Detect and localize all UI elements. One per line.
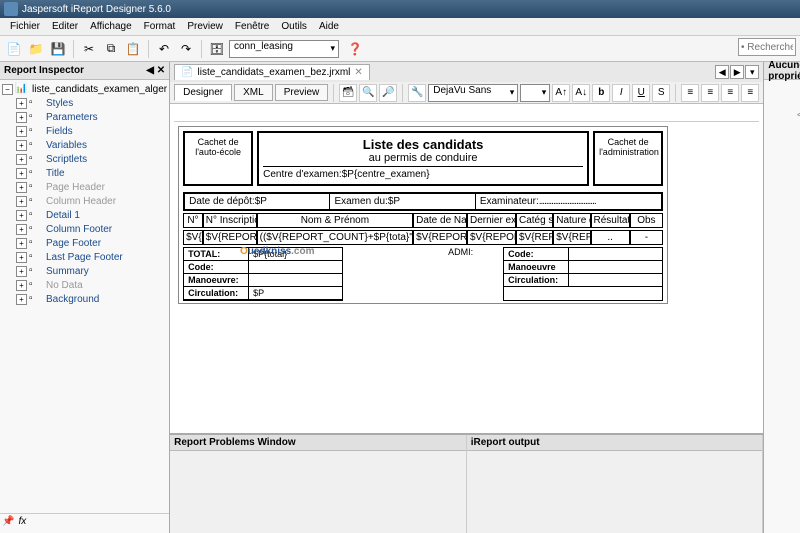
- menu-edit[interactable]: Editer: [46, 21, 84, 32]
- inspector-tree[interactable]: −📊liste_candidats_examen_alger +▫Styles+…: [0, 80, 169, 513]
- strike-button[interactable]: S: [652, 84, 670, 102]
- db-icon[interactable]: 🗄: [207, 39, 227, 59]
- new-button[interactable]: 📄: [4, 39, 24, 59]
- properties-empty: <Al: [764, 80, 800, 151]
- totals-section[interactable]: TOTAL:$P{total}Code:Manoeuvre:Circulatio…: [183, 247, 663, 301]
- menu-view[interactable]: Affichage: [84, 21, 138, 32]
- menu-file[interactable]: Fichier: [4, 21, 46, 32]
- report-preview[interactable]: Cachet de l'auto-école Liste des candida…: [178, 126, 668, 304]
- designer-tab[interactable]: Designer: [174, 84, 232, 101]
- menu-help[interactable]: Aide: [313, 21, 345, 32]
- menu-window[interactable]: Fenêtre: [229, 21, 275, 32]
- menu-bar: Fichier Editer Affichage Format Preview …: [0, 18, 800, 36]
- align-right-icon[interactable]: ≡: [721, 84, 739, 102]
- paste-button[interactable]: 📋: [123, 39, 143, 59]
- redo-button[interactable]: ↷: [176, 39, 196, 59]
- properties-header: Aucune propriété: [764, 62, 800, 80]
- report-title-box[interactable]: Liste des candidats au permis de conduir…: [257, 131, 589, 186]
- underline-button[interactable]: U: [632, 84, 650, 102]
- tab-prev[interactable]: ◀: [715, 65, 729, 79]
- help-icon[interactable]: ❓: [345, 39, 365, 59]
- zoom-in-icon[interactable]: 🔍: [359, 84, 377, 102]
- align-left-icon[interactable]: ≡: [681, 84, 699, 102]
- tree-node[interactable]: +▫Parameters: [2, 110, 167, 124]
- tree-node[interactable]: +▫Title: [2, 166, 167, 180]
- italic-button[interactable]: I: [612, 84, 630, 102]
- font-inc[interactable]: A↑: [552, 84, 570, 102]
- tree-node[interactable]: +▫Summary: [2, 264, 167, 278]
- tab-next[interactable]: ▶: [730, 65, 744, 79]
- file-icon: 📄: [181, 67, 193, 78]
- menu-tools[interactable]: Outils: [275, 21, 313, 32]
- cut-button[interactable]: ✂: [79, 39, 99, 59]
- tab-nav: ◀ ▶ ▾: [715, 65, 759, 79]
- fontsize-combo[interactable]: [520, 84, 550, 102]
- menu-format[interactable]: Format: [138, 21, 182, 32]
- tree-node[interactable]: +▫No Data: [2, 278, 167, 292]
- window-title: Jaspersoft iReport Designer 5.6.0: [22, 4, 171, 15]
- align-center-icon[interactable]: ≡: [701, 84, 719, 102]
- font-dec[interactable]: A↓: [572, 84, 590, 102]
- close-tab-icon[interactable]: ✕: [354, 67, 362, 78]
- tree-node[interactable]: +▫Column Header: [2, 194, 167, 208]
- tree-node[interactable]: +▫Variables: [2, 138, 167, 152]
- search-input[interactable]: [738, 38, 796, 56]
- report-inspector-panel: Report Inspector ◀ ✕ −📊liste_candidats_e…: [0, 62, 170, 533]
- tree-node[interactable]: +▫Detail 1: [2, 208, 167, 222]
- menu-preview[interactable]: Preview: [181, 21, 229, 32]
- tree-node[interactable]: +▫Column Footer: [2, 222, 167, 236]
- table-row[interactable]: $V{REPO$V{REPORT_C(($V{REPORT_COUNT}+$P{…: [183, 230, 663, 245]
- tree-node[interactable]: +▫Last Page Footer: [2, 250, 167, 264]
- bold-button[interactable]: b: [592, 84, 610, 102]
- pin-icon[interactable]: 📌: [2, 516, 14, 531]
- editor-area: 📄 liste_candidats_examen_bez.jrxml ✕ ◀ ▶…: [170, 62, 763, 533]
- cachet-right[interactable]: Cachet de l'administration: [593, 131, 663, 186]
- app-icon: [4, 2, 18, 16]
- tool-button[interactable]: 🔧: [408, 84, 426, 102]
- tree-node[interactable]: +▫Page Header: [2, 180, 167, 194]
- tree-node[interactable]: +▫Scriptlets: [2, 152, 167, 166]
- info-row[interactable]: Date de dépôt:$P Examen du:$P Examinateu…: [183, 192, 663, 211]
- tree-node[interactable]: +▫Fields: [2, 124, 167, 138]
- undo-button[interactable]: ↶: [154, 39, 174, 59]
- table-header[interactable]: N°N° Inscription AnnéeNom & PrénomDate d…: [183, 213, 663, 228]
- panel-controls[interactable]: ◀ ✕: [146, 65, 165, 76]
- ruler: [174, 108, 759, 122]
- output-header[interactable]: iReport output: [467, 435, 763, 451]
- title-bar: Jaspersoft iReport Designer 5.6.0: [0, 0, 800, 18]
- open-button[interactable]: 📁: [26, 39, 46, 59]
- save-button[interactable]: 💾: [48, 39, 68, 59]
- file-tab[interactable]: 📄 liste_candidats_examen_bez.jrxml ✕: [174, 64, 370, 80]
- query-button[interactable]: 🗃: [339, 84, 357, 102]
- align-justify-icon[interactable]: ≡: [741, 84, 759, 102]
- inspector-header: Report Inspector ◀ ✕: [0, 62, 169, 80]
- cachet-left[interactable]: Cachet de l'auto-école: [183, 131, 253, 186]
- zoom-out-icon[interactable]: 🔎: [379, 84, 397, 102]
- font-combo[interactable]: DejaVu Sans: [428, 84, 518, 102]
- inspector-footer: 📌 fx: [0, 513, 169, 533]
- preview-tab[interactable]: Preview: [275, 84, 329, 101]
- datasource-combo[interactable]: conn_leasing: [229, 40, 339, 58]
- tree-node[interactable]: +▫Page Footer: [2, 236, 167, 250]
- tree-node[interactable]: +▫Styles: [2, 96, 167, 110]
- output-panel: Report Problems Window iReport output: [170, 433, 763, 533]
- tab-menu[interactable]: ▾: [745, 65, 759, 79]
- problems-header[interactable]: Report Problems Window: [170, 435, 466, 451]
- tree-root[interactable]: −📊liste_candidats_examen_alger: [2, 82, 167, 96]
- file-tabs: 📄 liste_candidats_examen_bez.jrxml ✕ ◀ ▶…: [170, 62, 763, 82]
- design-canvas[interactable]: Cachet de l'auto-école Liste des candida…: [170, 104, 763, 433]
- tree-node[interactable]: +▫Background: [2, 292, 167, 306]
- fx-icon[interactable]: fx: [18, 516, 26, 531]
- main-toolbar: 📄 📁 💾 ✂ ⧉ 📋 ↶ ↷ 🗄 conn_leasing ❓: [0, 36, 800, 62]
- copy-button[interactable]: ⧉: [101, 39, 121, 59]
- xml-tab[interactable]: XML: [234, 84, 273, 101]
- properties-panel: Aucune propriété <Al: [763, 62, 800, 533]
- designer-toolbar: Designer XML Preview 🗃 🔍 🔎 🔧 DejaVu Sans…: [170, 82, 763, 104]
